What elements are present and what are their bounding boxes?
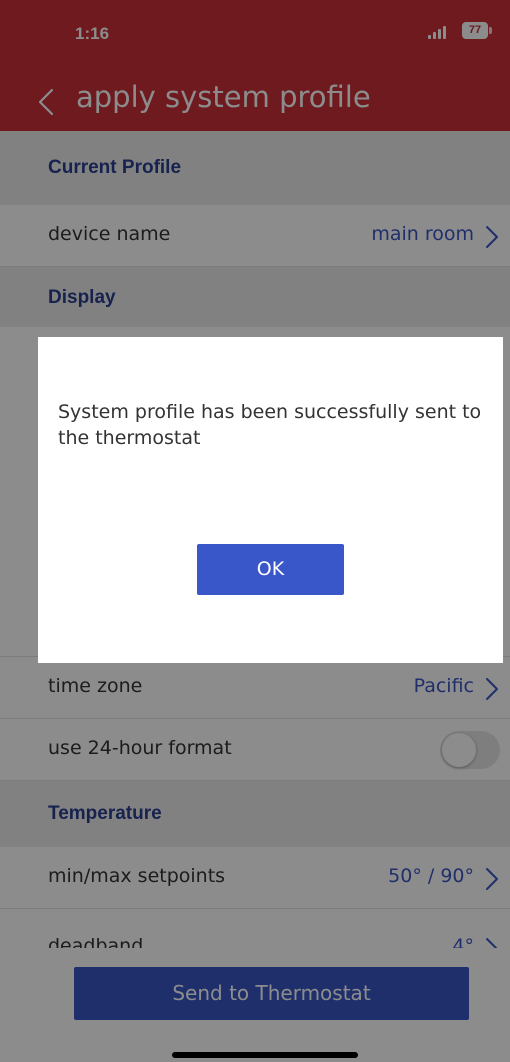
ok-button[interactable]: OK <box>197 544 344 595</box>
success-dialog: System profile has been successfully sen… <box>38 337 503 663</box>
app-screen: 1:16 77 apply system profile Current Pro… <box>0 0 510 1062</box>
dialog-message: System profile has been successfully sen… <box>58 401 482 449</box>
